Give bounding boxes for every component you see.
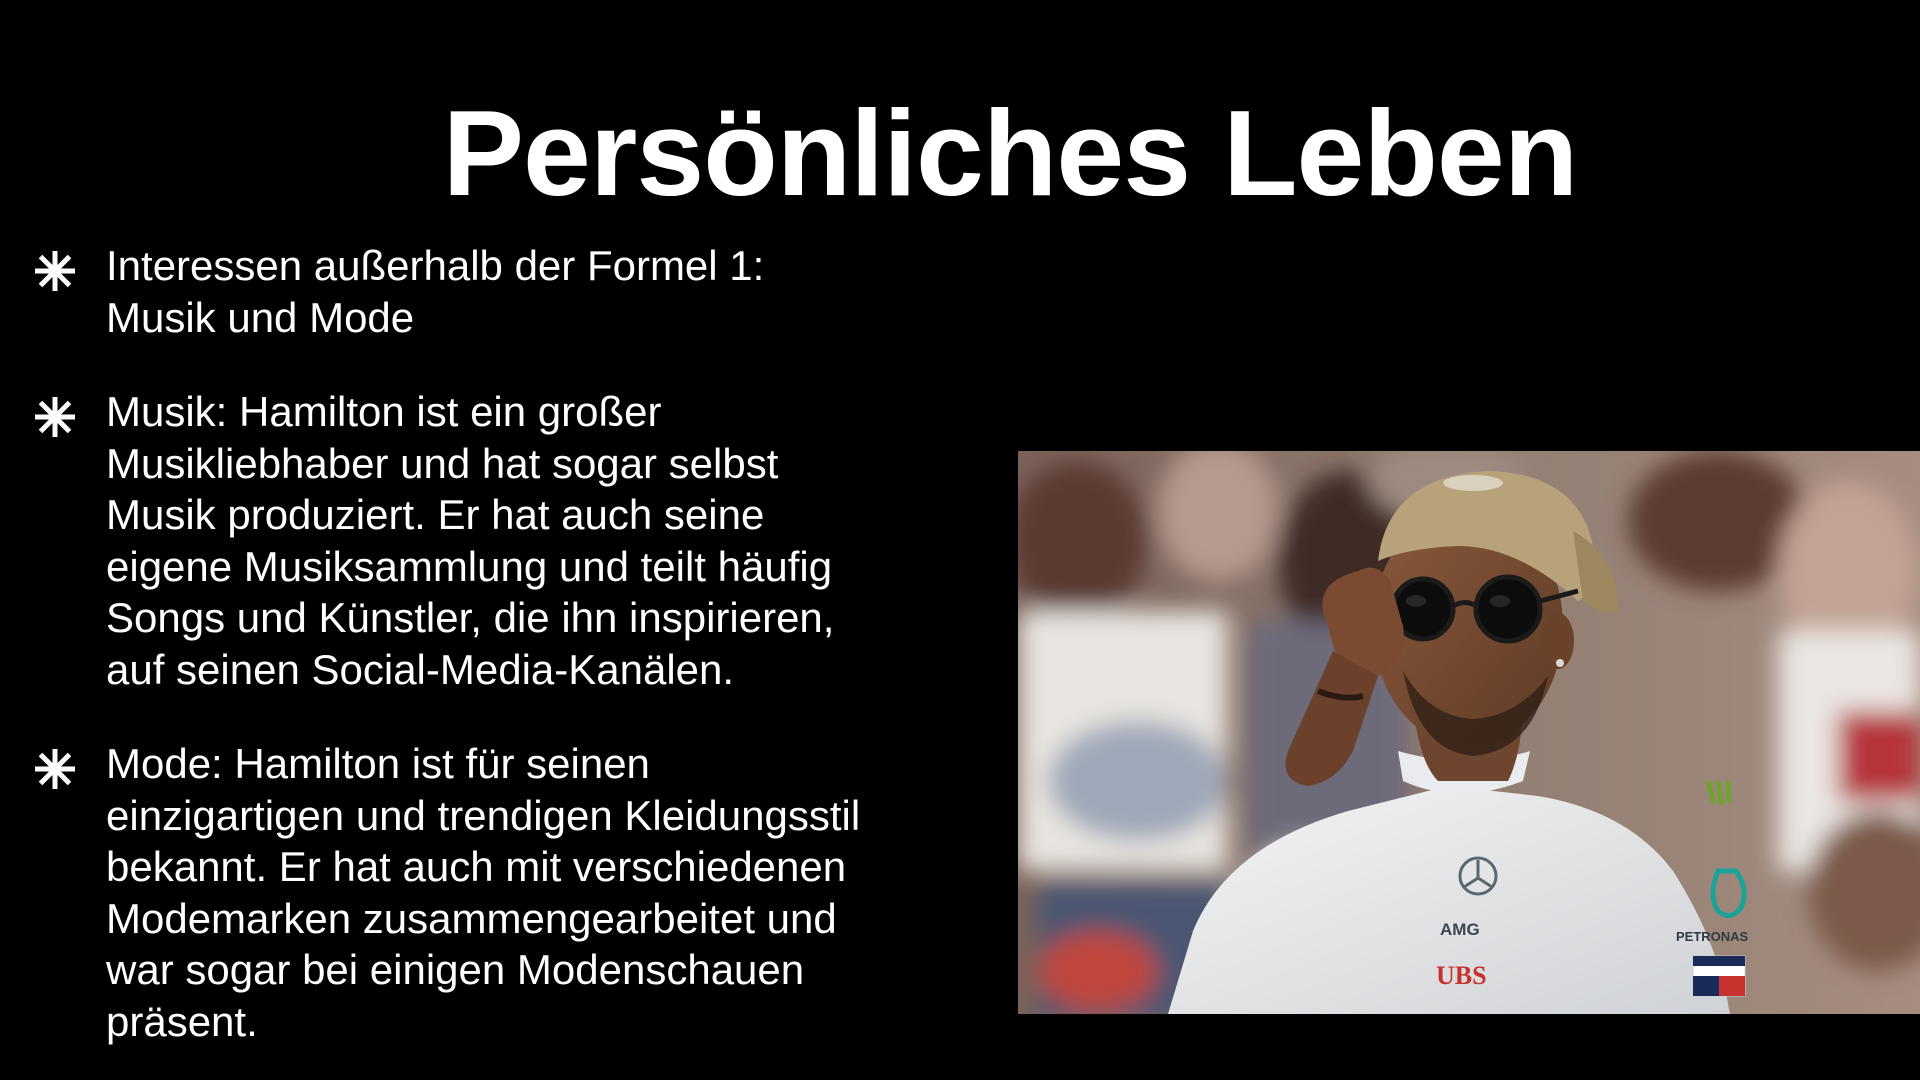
portrait-illustration: AMG UBS PETRONAS bbox=[1018, 451, 1920, 1014]
tommy-hilfiger-flag-icon bbox=[1692, 955, 1746, 997]
bullet-line: war sogar bei einigen Modenschauen bbox=[106, 946, 805, 993]
asterisk-icon bbox=[35, 749, 75, 789]
bullet-item: Interessen außerhalb der Formel 1: Musik… bbox=[32, 240, 1012, 343]
bullet-line: einzigartigen und trendigen Kleidungssti… bbox=[106, 791, 861, 839]
bullet-line: Modemarken zusammengearbeitet und bbox=[106, 894, 837, 942]
amg-logo: AMG bbox=[1440, 920, 1480, 939]
bullet-line: Songs und Künstler, die ihn inspirieren, bbox=[106, 594, 835, 641]
bullet-line: Interessen außerhalb der Formel 1: bbox=[106, 242, 765, 289]
bullet-line: Musik produziert. Er hat auch seine bbox=[106, 491, 765, 538]
slide-title: Persönliches Leben bbox=[442, 85, 1579, 221]
petronas-logo: PETRONAS bbox=[1676, 929, 1749, 944]
bullet-item: Musik: Hamilton ist ein großer Musiklieb… bbox=[32, 386, 1012, 695]
bullet-line: eigene Musiksammlung und teilt häufig bbox=[106, 542, 833, 590]
portrait-photo: AMG UBS PETRONAS bbox=[1018, 451, 1920, 1014]
bullet-list: Interessen außerhalb der Formel 1: Musik… bbox=[32, 240, 1012, 1080]
bullet-line: Musik und Mode bbox=[106, 293, 415, 341]
asterisk-icon bbox=[35, 397, 75, 437]
bullet-line: Musik: Hamilton ist ein großer bbox=[106, 388, 662, 435]
bullet-line: auf seinen Social-Media-Kanälen. bbox=[106, 645, 735, 693]
bullet-line: Mode: Hamilton ist für seinen bbox=[106, 740, 650, 787]
slide: Persönliches Leben Interessen außerhalb … bbox=[0, 0, 1920, 1080]
bullet-line: bekannt. Er hat auch mit verschiedenen bbox=[106, 843, 847, 890]
asterisk-icon bbox=[35, 251, 75, 291]
ubs-logo: UBS bbox=[1436, 961, 1487, 990]
bullet-line: präsent. bbox=[106, 997, 258, 1045]
bullet-item: Mode: Hamilton ist für seinen einzigarti… bbox=[32, 738, 1012, 1047]
bullet-line: Musikliebhaber und hat sogar selbst bbox=[106, 439, 779, 487]
